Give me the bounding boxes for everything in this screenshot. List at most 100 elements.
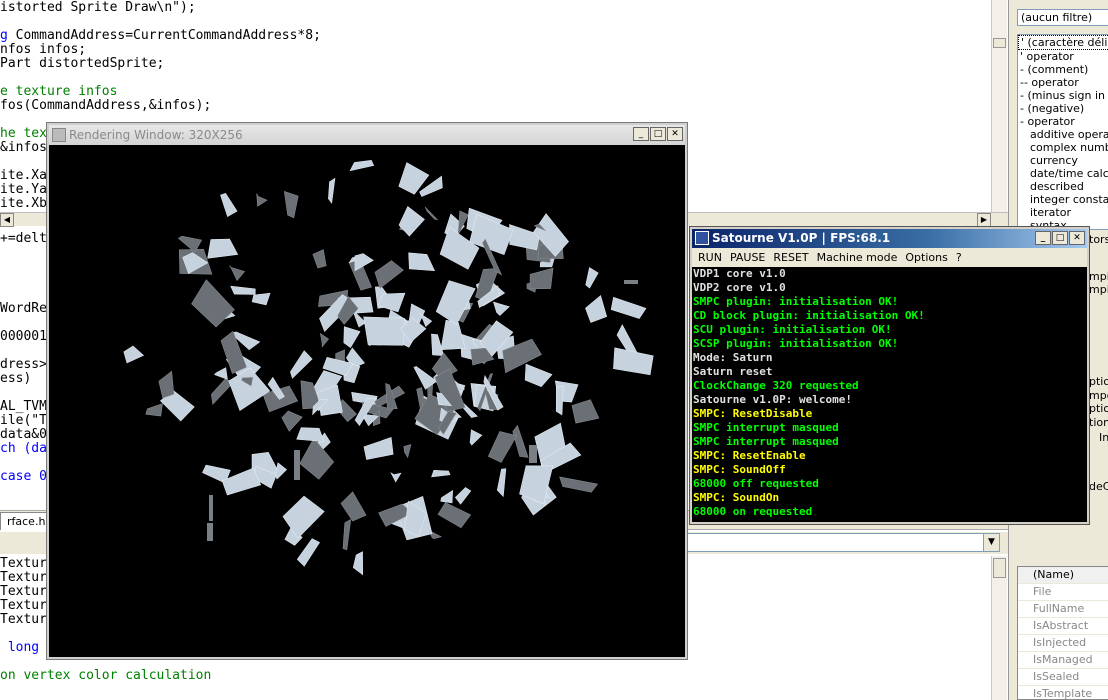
- rendering-window-titlebar[interactable]: Rendering Window: 320X256 _ □ ✕: [49, 125, 685, 145]
- console-line: SMPC plugin: initialisation OK!: [693, 295, 899, 308]
- app-icon: [52, 128, 66, 142]
- code-line: data&0: [0, 427, 47, 442]
- sprite-shard: [524, 363, 553, 387]
- sprite-shard: [145, 403, 163, 417]
- sprite-shard: [228, 367, 271, 412]
- index-item[interactable]: - (minus sign in Boo: [1018, 89, 1108, 102]
- index-item[interactable]: - (comment): [1018, 63, 1108, 76]
- code-line: ess): [0, 371, 32, 386]
- index-list[interactable]: ' (caractère délimite' operator- (commen…: [1017, 34, 1108, 230]
- sprite-shard: [610, 296, 647, 319]
- property-row[interactable]: FullName: [1018, 601, 1108, 618]
- property-row[interactable]: IsInjected: [1018, 635, 1108, 652]
- sprite-shard: [487, 431, 518, 463]
- maximize-icon[interactable]: □: [1052, 231, 1068, 245]
- index-item[interactable]: date/time calcula: [1018, 167, 1108, 180]
- filter-dropdown[interactable]: (aucun filtre): [1017, 9, 1108, 26]
- scroll-right-arrow[interactable]: ▶: [977, 213, 991, 227]
- panel-text-fragment: mpo: [1089, 389, 1108, 402]
- sprite-shard: [424, 206, 439, 221]
- sprite-shard: [191, 279, 235, 328]
- rendering-window[interactable]: Rendering Window: 320X256 _ □ ✕: [46, 122, 688, 660]
- minimize-icon[interactable]: _: [1035, 231, 1051, 245]
- property-row[interactable]: IsAbstract: [1018, 618, 1108, 635]
- editor-bottom-vertical-scrollbar[interactable]: [991, 556, 1007, 700]
- sprite-shard: [390, 472, 402, 483]
- property-row[interactable]: File: [1018, 584, 1108, 601]
- console-line: SMPC: SoundOn: [693, 491, 780, 504]
- property-row[interactable]: IsSealed: [1018, 669, 1108, 686]
- code-line: WordRe: [0, 301, 47, 316]
- code-line: ch (da: [0, 441, 47, 456]
- rendering-window-title: Rendering Window: 320X256: [69, 128, 243, 142]
- index-item[interactable]: - operator: [1018, 115, 1108, 128]
- index-item[interactable]: integer constants: [1018, 193, 1108, 206]
- index-item[interactable]: described: [1018, 180, 1108, 193]
- member-dropdown[interactable]: ▼: [685, 533, 1000, 552]
- menu-item[interactable]: ?: [956, 251, 962, 264]
- sprite-shard: [559, 476, 599, 493]
- console-line: SMPC: ResetDisable: [693, 407, 813, 420]
- satourne-titlebar[interactable]: Satourne V1.0P | FPS:68.1 _ □ ✕: [692, 229, 1087, 248]
- index-item[interactable]: -- operator: [1018, 76, 1108, 89]
- menu-item[interactable]: Options: [905, 251, 947, 264]
- sprite-shard: [529, 267, 554, 290]
- sprite-shard: [209, 495, 213, 521]
- console-line: SMPC: ResetEnable: [693, 449, 806, 462]
- sprite-shard: [555, 385, 564, 416]
- satourne-window[interactable]: Satourne V1.0P | FPS:68.1 _ □ ✕ RUN PAUSE RE…: [689, 226, 1090, 525]
- chevron-down-icon[interactable]: ▼: [983, 534, 999, 551]
- menu-item[interactable]: Machine mode: [817, 251, 898, 264]
- sprite-shard: [296, 427, 325, 442]
- sprite-shard: [493, 301, 510, 316]
- sprite-shard: [571, 399, 600, 424]
- property-row[interactable]: IsManaged: [1018, 652, 1108, 669]
- sprite-shard: [312, 249, 327, 269]
- console-line: VDP1 core v1.0: [693, 267, 786, 280]
- sprite-shard: [440, 490, 453, 504]
- maximize-icon[interactable]: □: [650, 127, 666, 141]
- sprite-shard: [454, 487, 472, 505]
- code-line: fos(CommandAddress,&infos);: [0, 98, 212, 113]
- sprite-shard: [585, 267, 599, 289]
- menu-item[interactable]: RUN: [698, 251, 722, 264]
- close-icon[interactable]: ✕: [667, 127, 683, 141]
- scrollbar-thumb[interactable]: [993, 38, 1006, 48]
- sprite-shard: [624, 280, 638, 284]
- code-line: case 0: [0, 469, 47, 484]
- index-item[interactable]: iterator: [1018, 206, 1108, 219]
- sprite-shard: [294, 450, 300, 480]
- code-line: 000001: [0, 329, 47, 344]
- scroll-left-arrow[interactable]: ◀: [0, 213, 14, 227]
- code-line: AL_TVM: [0, 399, 47, 414]
- index-item[interactable]: ' operator: [1018, 50, 1108, 63]
- render-canvas[interactable]: [49, 145, 685, 657]
- close-icon[interactable]: ✕: [1069, 231, 1085, 245]
- editor-vertical-scrollbar[interactable]: [991, 0, 1007, 212]
- sprite-shard: [363, 316, 405, 346]
- sprite-shard: [349, 159, 375, 172]
- index-item[interactable]: currency: [1018, 154, 1108, 167]
- sprite-shard: [408, 252, 436, 271]
- code-line: g CommandAddress=CurrentCommandAddress*8…: [0, 28, 321, 43]
- menu-item[interactable]: RESET: [773, 251, 808, 264]
- minimize-icon[interactable]: _: [633, 127, 649, 141]
- property-row[interactable]: IsTemplate: [1018, 686, 1108, 700]
- sprite-shard: [469, 429, 483, 446]
- console-line: SCU plugin: initialisation OK!: [693, 323, 892, 336]
- index-item[interactable]: complex numbers: [1018, 141, 1108, 154]
- scrollbar-thumb[interactable]: [993, 558, 1006, 578]
- properties-grid[interactable]: (Name) File FullName IsAbstract IsInjected Is…: [1017, 566, 1108, 700]
- file-tab[interactable]: rface.h: [0, 512, 53, 530]
- sprite-shard: [296, 538, 320, 567]
- index-item[interactable]: - (negative): [1018, 102, 1108, 115]
- property-row[interactable]: (Name): [1018, 567, 1108, 584]
- menu-item[interactable]: PAUSE: [730, 251, 765, 264]
- code-line: on vertex color calculation: [0, 668, 212, 683]
- index-item[interactable]: ' (caractère délimite: [1018, 35, 1108, 50]
- index-item[interactable]: additive operator: [1018, 128, 1108, 141]
